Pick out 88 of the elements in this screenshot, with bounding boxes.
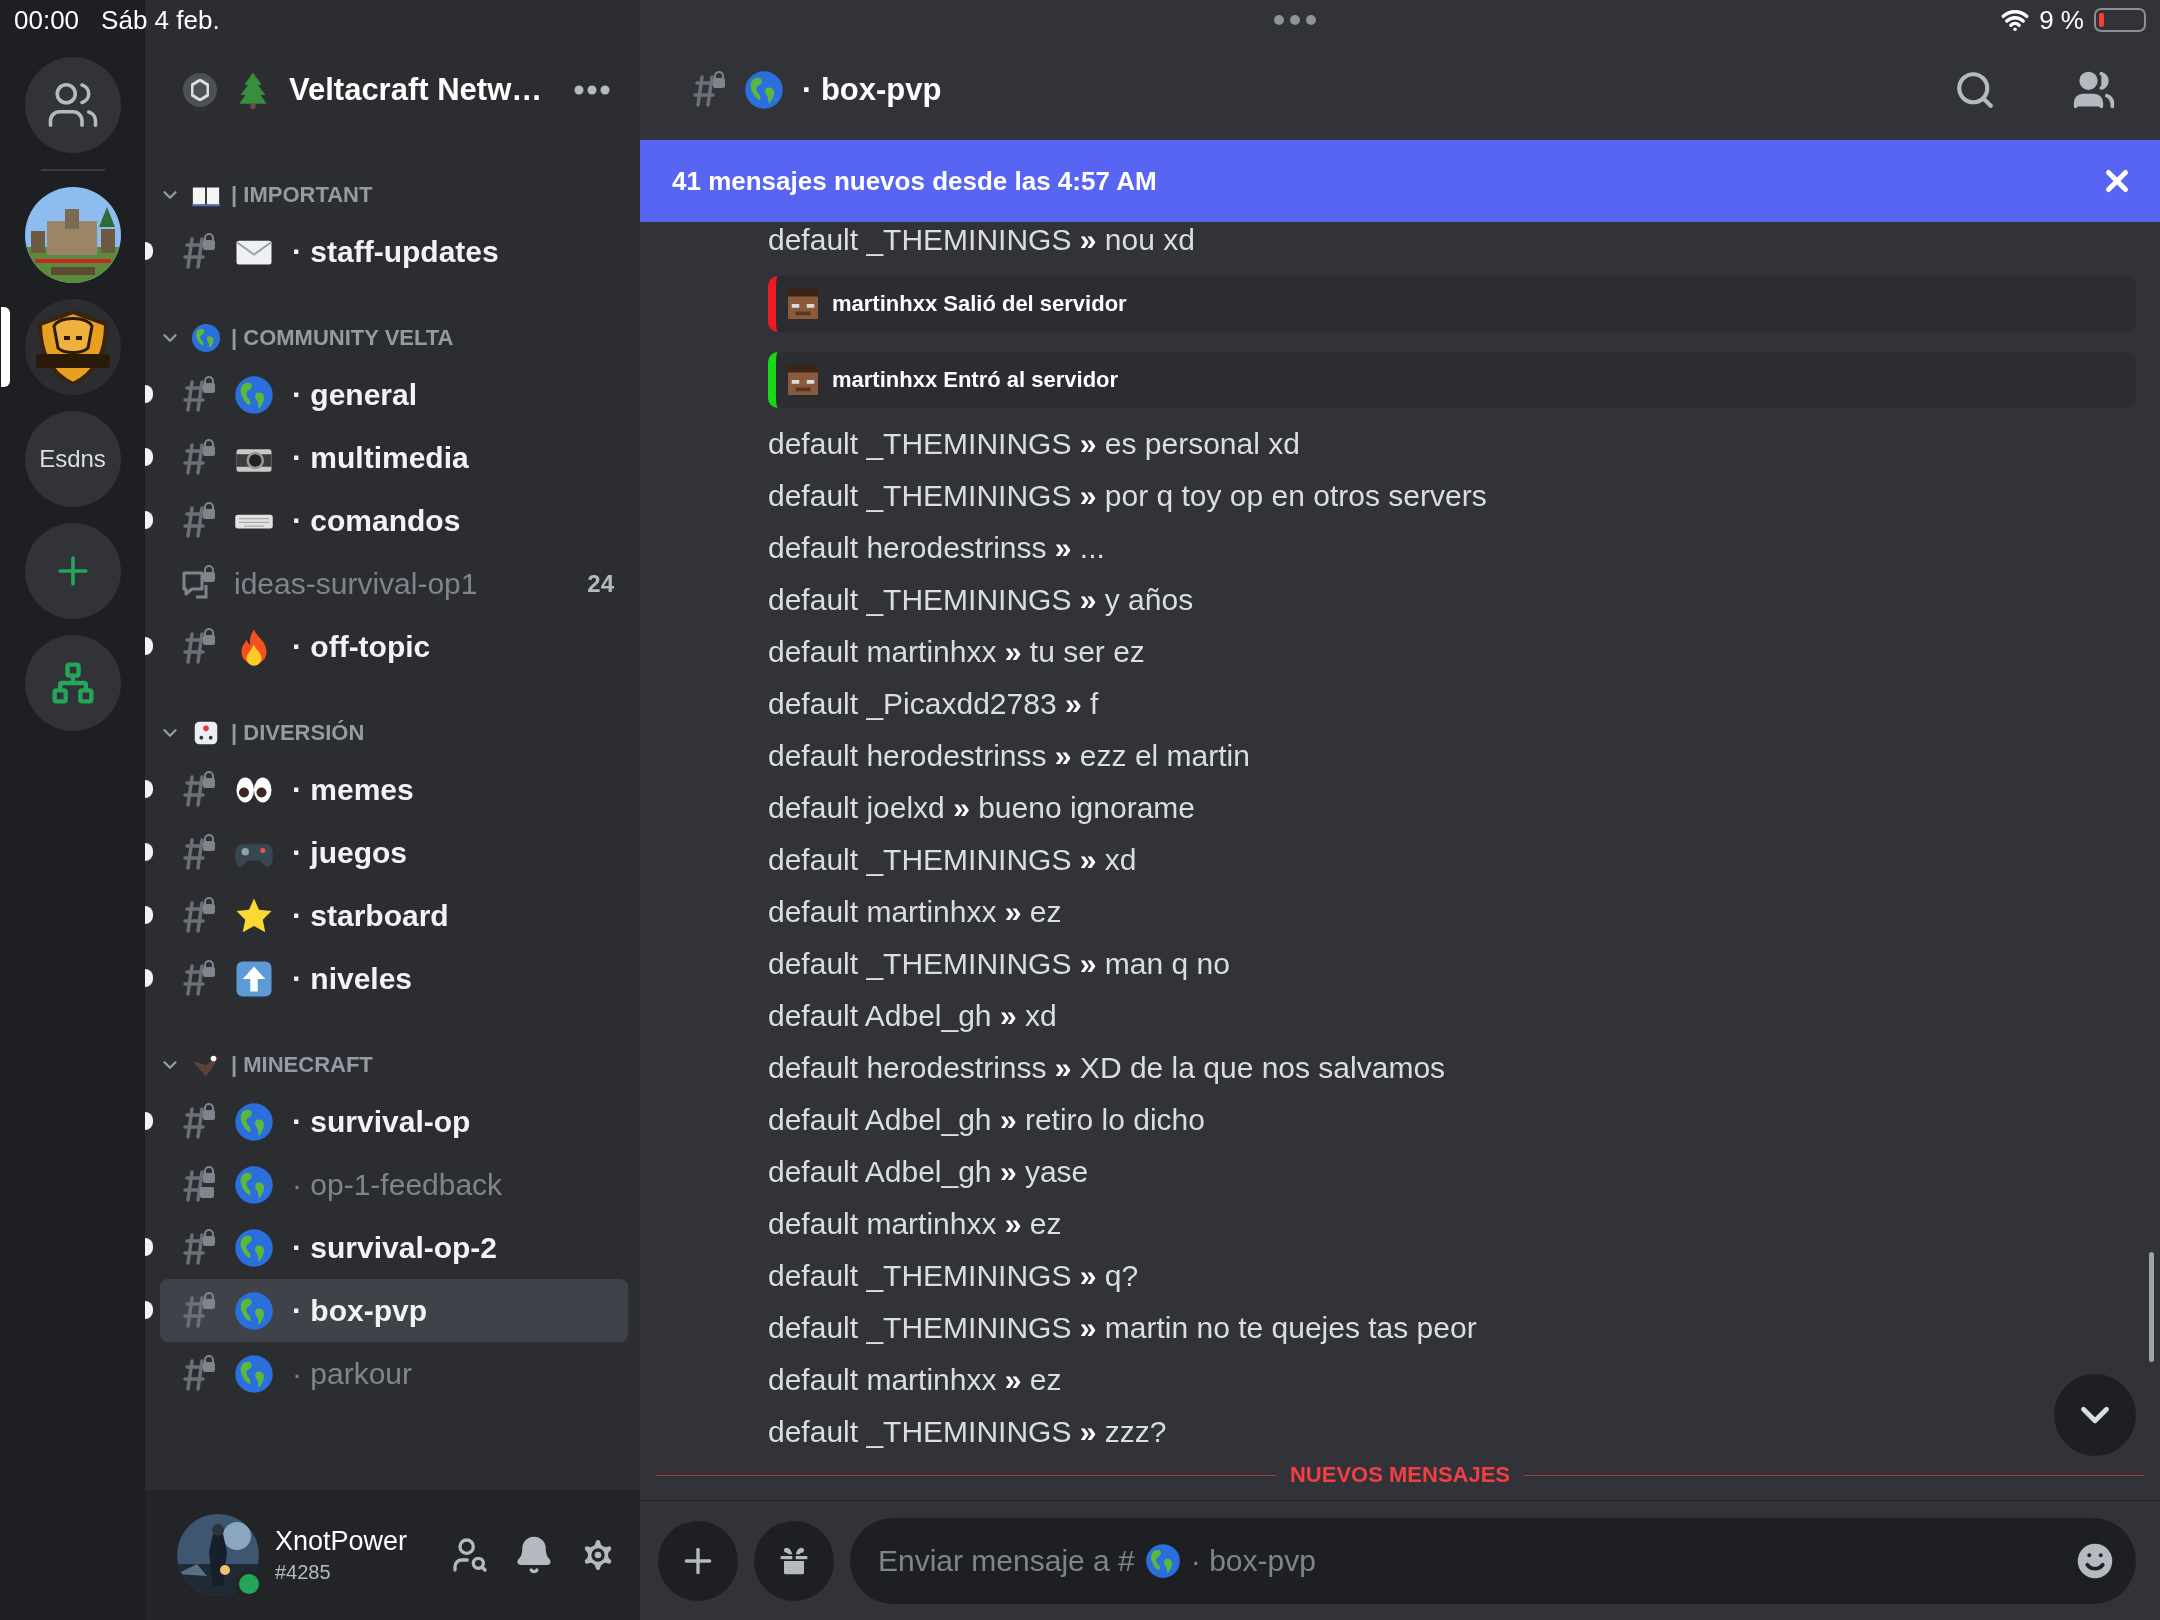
chat-message: default _THEMININGS » es personal xd bbox=[768, 426, 1300, 462]
globe-icon bbox=[191, 323, 221, 353]
chat-message: default _THEMININGS » man q no bbox=[768, 946, 1230, 982]
chat-message: default _THEMININGS » y años bbox=[768, 582, 1194, 618]
date: Sáb 4 feb. bbox=[101, 4, 220, 36]
chat-message: default _THEMININGS » nou xd bbox=[768, 222, 1195, 258]
category-title[interactable]: | COMMUNITY VELTA bbox=[231, 325, 454, 351]
chat-message: default martinhxx » ez bbox=[768, 1206, 1062, 1242]
chat-message: default _THEMININGS » zzz? bbox=[768, 1414, 1167, 1450]
chat-message: default _THEMININGS » martin no te quejes tas peor bbox=[768, 1310, 1477, 1346]
channel-item[interactable]: · memes bbox=[160, 758, 628, 821]
channel-item[interactable]: · survival-op bbox=[160, 1090, 628, 1153]
chat-message: default herodestrinss » ezz el martin bbox=[768, 738, 1250, 774]
chat-message: default Adbel_gh » yase bbox=[768, 1154, 1089, 1190]
chat-message: default Adbel_gh » retiro lo dicho bbox=[768, 1102, 1205, 1138]
globe-icon bbox=[744, 70, 784, 110]
chat-message: default _Picaxdd2783 » f bbox=[768, 686, 1099, 722]
server-name[interactable]: Veltacraft Netw… bbox=[289, 72, 558, 108]
more-icon bbox=[1273, 14, 1318, 26]
avatar-icon bbox=[788, 365, 818, 395]
join-leave-notice: martinhxx Entró al servidor bbox=[768, 352, 2136, 408]
chat-message: default _THEMININGS » xd bbox=[768, 842, 1137, 878]
chat-message: default martinhxx » ez bbox=[768, 1362, 1062, 1398]
channel-item[interactable]: ideas-survival-op1 24 bbox=[160, 552, 628, 615]
chat-message: default joelxd » bueno ignorame bbox=[768, 790, 1195, 826]
channel-name: ideas-survival-op1 bbox=[234, 566, 479, 601]
channel-name: · off-topic bbox=[292, 629, 432, 664]
channel-item[interactable]: · comandos bbox=[160, 489, 628, 552]
bell-icon bbox=[514, 1535, 554, 1575]
chat-message: default herodestrinss » ... bbox=[768, 530, 1105, 566]
globe-icon bbox=[234, 1101, 274, 1142]
new-messages-banner[interactable]: 41 mensajes nuevos desde las 4:57 AM bbox=[640, 140, 2160, 222]
channel-item[interactable]: · staff-updates bbox=[160, 220, 628, 283]
channel-item[interactable]: · multimedia bbox=[160, 426, 628, 489]
user-tag: #4285 bbox=[275, 1561, 430, 1584]
globe-icon bbox=[1144, 1542, 1181, 1579]
channel-item[interactable]: · niveles bbox=[160, 947, 628, 1010]
chat-message: default martinhxx » tu ser ez bbox=[768, 634, 1145, 670]
channel-name: · survival-op-2 bbox=[292, 1230, 499, 1265]
channel-item[interactable]: · juegos bbox=[160, 821, 628, 884]
chat-message: default martinhxx » ez bbox=[768, 894, 1062, 930]
new-messages-divider: NUEVOS MENSAJES bbox=[1289, 1462, 1511, 1488]
channel-name: · survival-op bbox=[292, 1104, 472, 1139]
channel-name: · box-pvp bbox=[292, 1293, 428, 1328]
channel-item[interactable]: · general bbox=[160, 363, 628, 426]
server-icon[interactable]: Esdns bbox=[24, 411, 121, 507]
banner-text: 41 mensajes nuevos desde las 4:57 AM bbox=[672, 165, 1157, 197]
globe-icon bbox=[234, 1353, 274, 1394]
globe-icon bbox=[234, 374, 274, 415]
hierarchy-icon bbox=[50, 661, 95, 705]
more-icon[interactable] bbox=[574, 85, 610, 95]
channel-name: · general bbox=[292, 377, 419, 412]
server-badge-icon bbox=[183, 73, 217, 107]
clock: 00:00 bbox=[14, 4, 80, 36]
channel-item[interactable]: · starboard bbox=[160, 884, 628, 947]
channel-item[interactable]: · off-topic bbox=[160, 615, 628, 678]
search-icon bbox=[1954, 69, 1996, 111]
person-search-icon bbox=[450, 1535, 490, 1575]
category-title[interactable]: | MINECRAFT bbox=[231, 1052, 373, 1078]
channel-name: · memes bbox=[292, 772, 415, 807]
join-leave-notice: martinhxx Salió del servidor bbox=[768, 276, 2136, 332]
channel-name: · staff-updates bbox=[292, 234, 500, 269]
channel-name: · juegos bbox=[292, 835, 408, 870]
category-title[interactable]: | DIVERSIÓN bbox=[231, 720, 365, 746]
globe-icon bbox=[234, 1290, 274, 1331]
channel-name: · multimedia bbox=[292, 440, 470, 475]
username: XnotPower bbox=[275, 1526, 409, 1557]
channel-name: · comandos bbox=[292, 503, 462, 538]
avatar-icon bbox=[788, 289, 818, 319]
chat-message: default Adbel_gh » xd bbox=[768, 998, 1057, 1034]
post-count: 24 bbox=[587, 569, 614, 598]
channel-title: · box-pvp bbox=[802, 72, 943, 108]
chat-message: default herodestrinss » XD de la que nos salvamos bbox=[768, 1050, 1446, 1086]
chat-message: default _THEMININGS » q? bbox=[768, 1258, 1139, 1294]
channel-name: · parkour bbox=[292, 1356, 414, 1391]
channel-item[interactable]: · survival-op-2 bbox=[160, 1216, 628, 1279]
channel-name: · op-1-feedback bbox=[292, 1167, 504, 1202]
globe-icon bbox=[234, 1164, 274, 1205]
channel-item[interactable]: · op-1-feedback bbox=[160, 1153, 628, 1216]
category-title[interactable]: | IMPORTANT bbox=[231, 182, 373, 208]
channel-name: · niveles bbox=[292, 961, 414, 996]
channel-item[interactable]: · parkour bbox=[160, 1342, 628, 1405]
channel-name: · starboard bbox=[292, 898, 450, 933]
chat-message: default _THEMININGS » por q toy op en otros servers bbox=[768, 478, 1487, 514]
scrollbar[interactable] bbox=[2149, 1252, 2154, 1362]
battery-percent: 9 % bbox=[2039, 4, 2084, 36]
message-input-field[interactable]: Enviar mensaje a # · box-pvp bbox=[850, 1517, 2136, 1604]
globe-icon bbox=[234, 1227, 274, 1268]
